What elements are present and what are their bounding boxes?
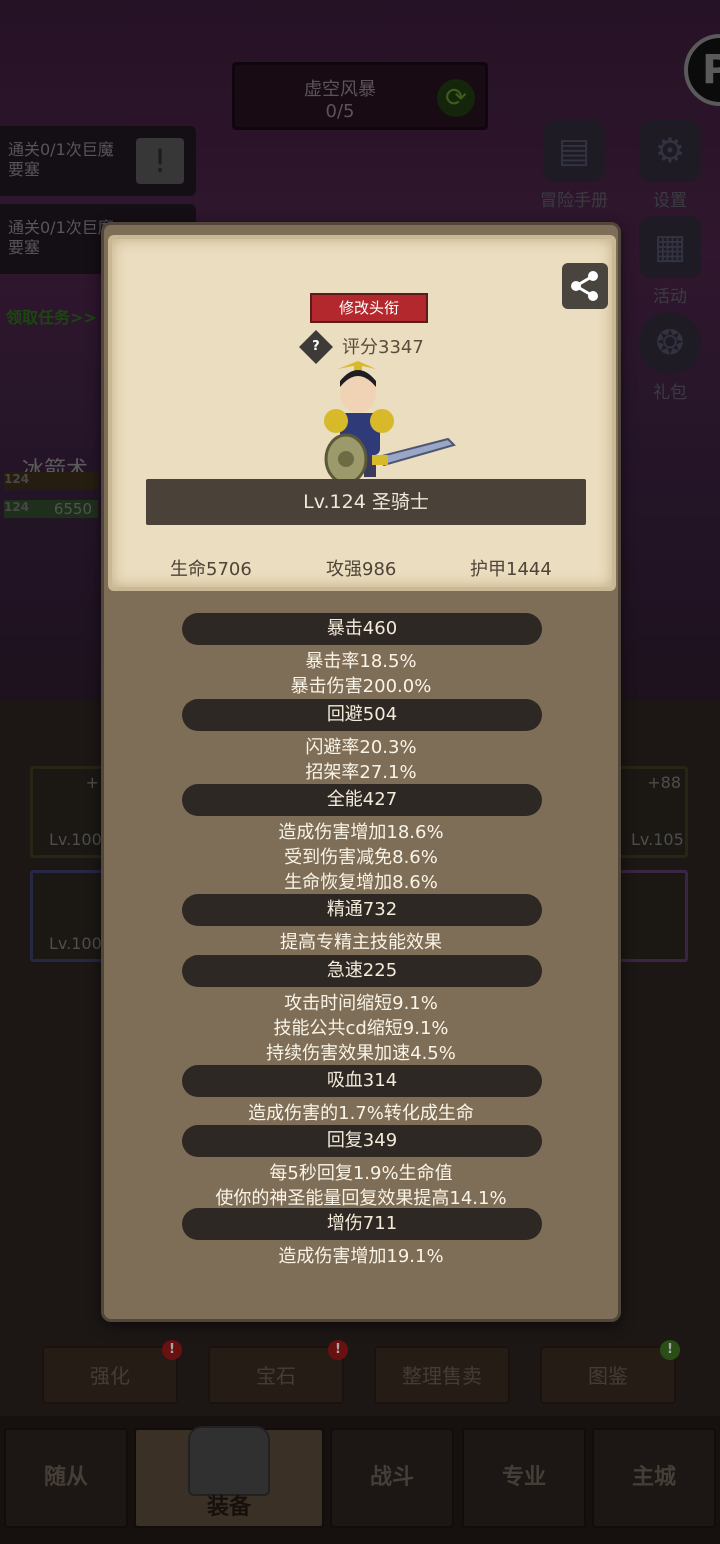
stat-header-crit: 暴击460 — [182, 613, 542, 645]
stat-line: 造成伤害增加18.6% — [278, 822, 444, 843]
stat-line: 暴击率18.5% — [305, 651, 417, 672]
stat-line: 持续伤害效果加速4.5% — [266, 1043, 456, 1064]
paladin-character-sprite — [324, 361, 456, 485]
stat-line: 攻击时间缩短9.1% — [284, 993, 438, 1014]
stat-line: 生命恢复增加8.6% — [284, 872, 438, 893]
stat-armor: 护甲1444 — [470, 559, 552, 580]
stat-line: 招架率27.1% — [305, 762, 417, 783]
stat-line: 受到伤害减免8.6% — [284, 847, 438, 868]
stat-line: 技能公共cd缩短9.1% — [273, 1018, 449, 1039]
score-text: 评分3347 — [342, 337, 424, 358]
stat-header-versatility: 全能427 — [182, 784, 542, 816]
level-class-bar: Lv.124 圣骑士 — [146, 479, 586, 525]
stat-header-damage-bonus: 增伤711 — [182, 1208, 542, 1240]
change-title-button[interactable]: 修改头衔 — [310, 293, 428, 323]
character-card: 修改头衔 ? 评分3347 Lv.124 圣骑士 生命5706 攻强986 护甲… — [108, 235, 616, 591]
stat-line: 提高专精主技能效果 — [280, 932, 442, 953]
stat-line: 每5秒回复1.9%生命值 — [269, 1163, 453, 1184]
stat-line: 造成伤害增加19.1% — [278, 1246, 444, 1267]
stat-header-regen: 回复349 — [182, 1125, 542, 1157]
help-glyph: ? — [312, 338, 320, 354]
stat-line: 使你的神圣能量回复效果提高14.1% — [215, 1188, 507, 1209]
stat-header-avoidance: 回避504 — [182, 699, 542, 731]
stat-line: 闪避率20.3% — [305, 737, 417, 758]
stat-health: 生命5706 — [170, 559, 252, 580]
character-stats-modal: 修改头衔 ? 评分3347 Lv.124 圣骑士 生命5706 攻强986 护甲… — [101, 222, 621, 1322]
stat-header-leech: 吸血314 — [182, 1065, 542, 1097]
stat-line: 造成伤害的1.7%转化成生命 — [248, 1103, 474, 1124]
stat-header-haste: 急速225 — [182, 955, 542, 987]
stat-header-mastery: 精通732 — [182, 894, 542, 926]
stat-attack-power: 攻强986 — [326, 559, 397, 580]
share-icon[interactable] — [562, 263, 608, 309]
stat-line: 暴击伤害200.0% — [290, 676, 432, 697]
